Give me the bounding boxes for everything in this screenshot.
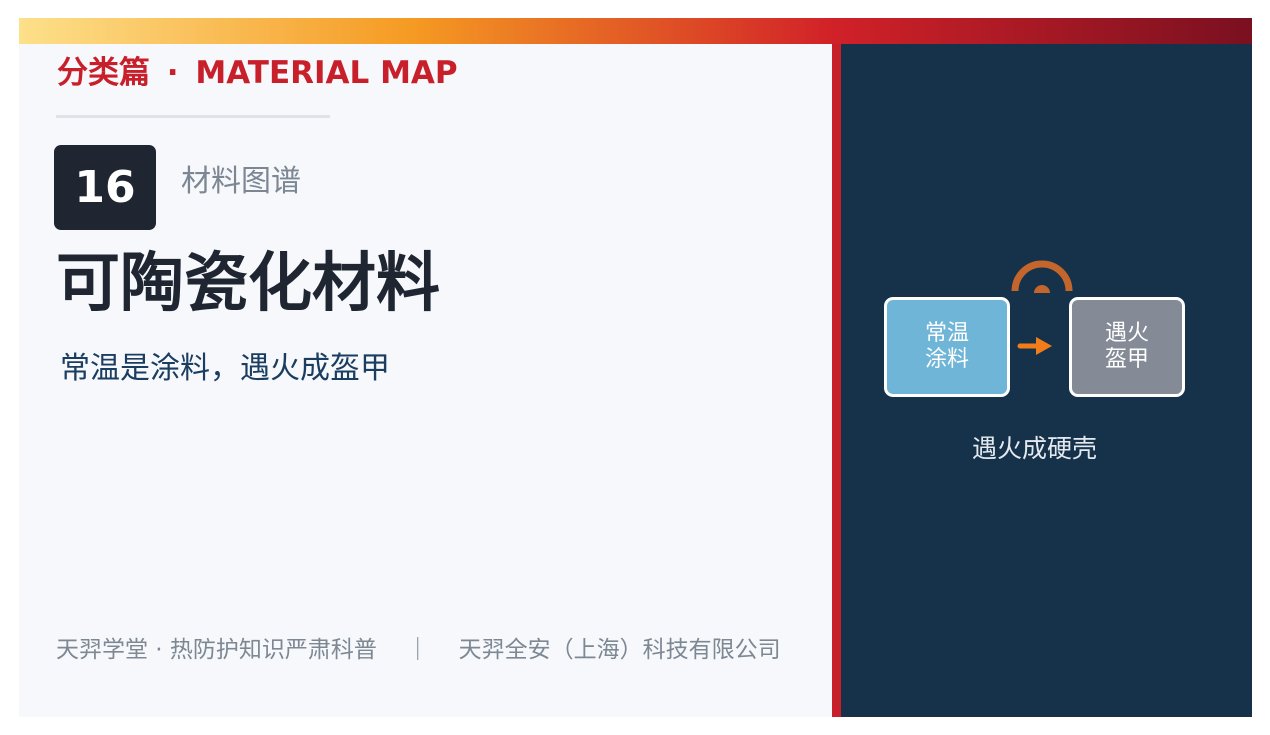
section-label-cn: 分类篇 <box>57 55 150 91</box>
page-title: 可陶瓷化材料 <box>56 247 440 321</box>
arrow-right-icon <box>1017 337 1052 355</box>
card-left-line2: 涂料 <box>924 347 969 372</box>
card-right-line2: 盔甲 <box>1104 347 1149 372</box>
section-label: 分类篇 · MATERIAL MAP <box>57 58 458 89</box>
page-subtitle: 常温是涂料，遇火成盔甲 <box>60 351 390 386</box>
armor-card: 遇火 盔甲 <box>1069 297 1185 397</box>
footer-separator: ｜ <box>406 637 430 663</box>
flame-icon <box>1011 260 1073 293</box>
footer: 天羿学堂 · 热防护知识严肃科普 ｜ 天羿全安（上海）科技有限公司 <box>56 639 781 662</box>
badge-caption: 材料图谱 <box>181 164 301 199</box>
footer-left: 天羿学堂 · 热防护知识严肃科普 <box>56 637 377 663</box>
diagram-caption: 遇火成硬壳 <box>971 434 1097 463</box>
episode-number-badge: 16 <box>54 145 156 230</box>
red-divider <box>832 44 841 717</box>
footer-right: 天羿全安（上海）科技有限公司 <box>458 637 781 663</box>
card-right-line1: 遇火 <box>1104 321 1149 346</box>
section-label-sep: · <box>166 55 179 91</box>
card-left-line1: 常温 <box>924 321 969 346</box>
section-label-en: MATERIAL MAP <box>195 55 458 91</box>
section-underline <box>56 115 330 118</box>
top-gradient-bar <box>19 18 1252 44</box>
room-temp-coating-card: 常温 涂料 <box>884 297 1010 397</box>
